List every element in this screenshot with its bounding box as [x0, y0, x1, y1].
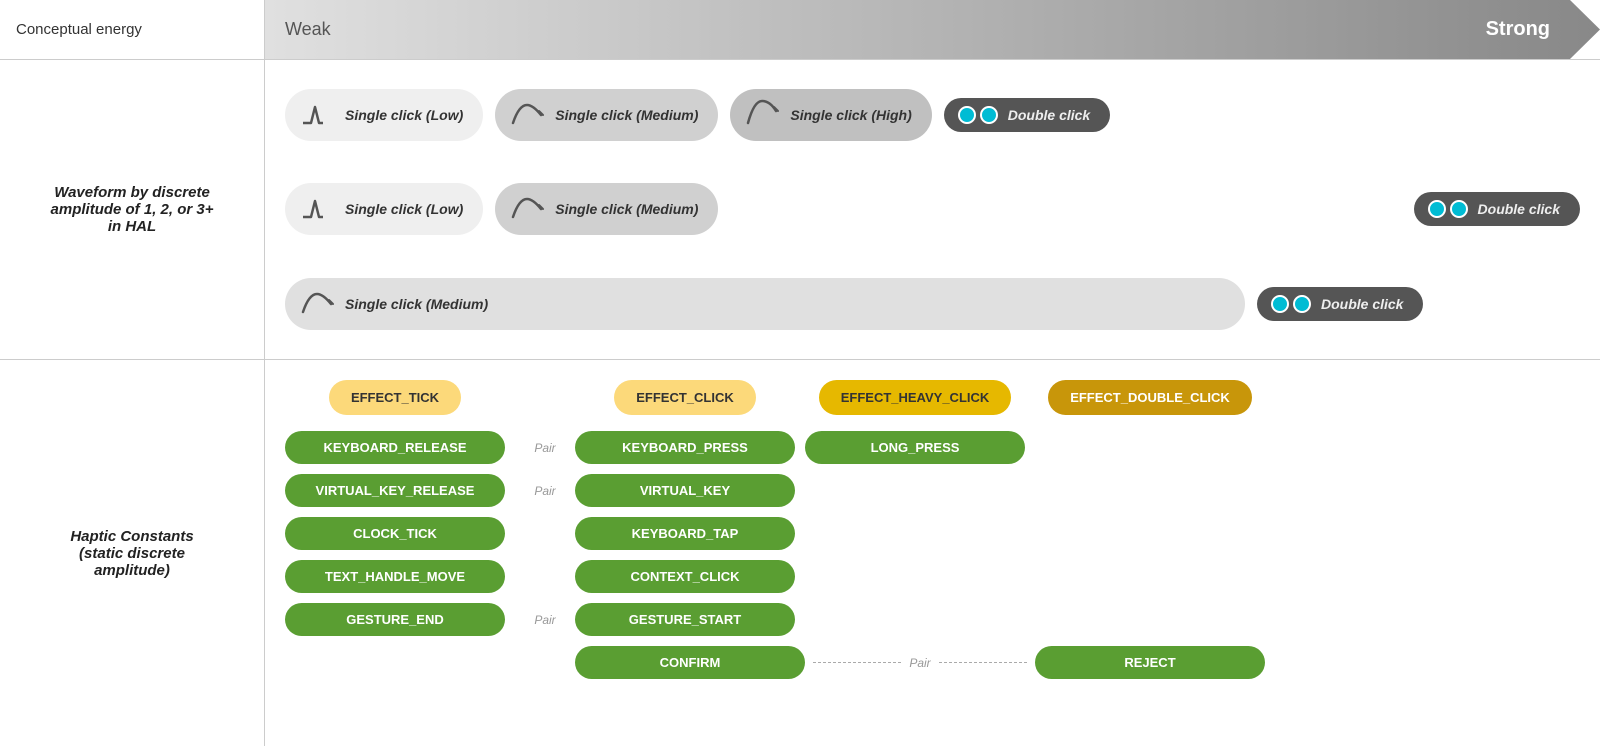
- haptic-row-5: GESTURE_END Pair GESTURE_START: [285, 603, 1580, 636]
- effect-tick-label: EFFECT_TICK: [329, 380, 461, 415]
- haptic-row-4: TEXT_HANDLE_MOVE CONTEXT_CLICK: [285, 560, 1580, 593]
- virtual-key-release-btn[interactable]: VIRTUAL_KEY_RELEASE: [285, 474, 505, 507]
- haptic-row-3: CLOCK_TICK KEYBOARD_TAP: [285, 517, 1580, 550]
- virtual-key-btn[interactable]: VIRTUAL_KEY: [575, 474, 795, 507]
- pill-single-low-2: Single click (Low): [285, 183, 483, 235]
- dc-circle-2a: [1428, 200, 1446, 218]
- conceptual-energy-label: Conceptual energy: [0, 0, 264, 60]
- double-click-icon-1: [958, 106, 998, 124]
- right-content: Weak Strong Single click (Low): [265, 0, 1600, 746]
- pill-single-low-1: Single click (Low): [285, 89, 483, 141]
- waveform-line-3: Single click (Medium) Double click: [285, 278, 1580, 330]
- dc-circle-2b: [1450, 200, 1468, 218]
- waveform-row: Single click (Low) Single click (Medium): [265, 60, 1600, 360]
- left-labels: Conceptual energy Waveform by discreteam…: [0, 0, 265, 746]
- confirm-btn[interactable]: CONFIRM: [575, 646, 805, 679]
- keyboard-tap-btn[interactable]: KEYBOARD_TAP: [575, 517, 795, 550]
- haptic-constants-label: Haptic Constants(static discreteamplitud…: [0, 360, 264, 746]
- keyboard-press-btn[interactable]: KEYBOARD_PRESS: [575, 431, 795, 464]
- keyboard-release-btn[interactable]: KEYBOARD_RELEASE: [285, 431, 505, 464]
- energy-row: Weak Strong: [265, 0, 1600, 60]
- text-handle-move-btn[interactable]: TEXT_HANDLE_MOVE: [285, 560, 505, 593]
- effect-labels-row: EFFECT_TICK EFFECT_CLICK EFFECT_HEAVY_CL…: [285, 380, 1580, 415]
- effect-click-label: EFFECT_CLICK: [614, 380, 756, 415]
- pill-double-click-1: Double click: [944, 98, 1110, 132]
- pill-single-medium-1: Single click (Medium): [495, 89, 718, 141]
- reject-btn[interactable]: REJECT: [1035, 646, 1265, 679]
- waveform-low-icon-1: [299, 97, 335, 133]
- waveform-high-icon-1: [744, 97, 780, 133]
- main-container: Conceptual energy Waveform by discreteam…: [0, 0, 1600, 746]
- energy-weak-label: Weak: [285, 19, 331, 40]
- waveform-medium-icon-1: [509, 97, 545, 133]
- haptic-row-2: VIRTUAL_KEY_RELEASE Pair VIRTUAL_KEY: [285, 474, 1580, 507]
- pill-single-medium-3: Single click (Medium): [285, 278, 1245, 330]
- pill-single-high-1: Single click (High): [730, 89, 931, 141]
- clock-tick-btn[interactable]: CLOCK_TICK: [285, 517, 505, 550]
- dc-circle-1a: [958, 106, 976, 124]
- energy-arrow-body: [265, 0, 1600, 59]
- gesture-start-btn[interactable]: GESTURE_START: [575, 603, 795, 636]
- dc-circle-3a: [1271, 295, 1289, 313]
- haptic-items: KEYBOARD_RELEASE Pair KEYBOARD_PRESS LON…: [285, 431, 1580, 679]
- waveform-medium-icon-3: [299, 286, 335, 322]
- waveform-medium-icon-2: [509, 191, 545, 227]
- haptic-confirm-row: CONFIRM Pair REJECT: [285, 646, 1580, 679]
- double-click-icon-3: [1271, 295, 1311, 313]
- confirm-pair-label: Pair: [909, 656, 930, 670]
- double-click-icon-2: [1428, 200, 1468, 218]
- waveform-line-2: Single click (Low) Single click (Medium)…: [285, 183, 1580, 235]
- pill-double-click-2: Double click: [1414, 192, 1580, 226]
- haptic-row-1: KEYBOARD_RELEASE Pair KEYBOARD_PRESS LON…: [285, 431, 1580, 464]
- haptic-row: EFFECT_TICK EFFECT_CLICK EFFECT_HEAVY_CL…: [265, 360, 1600, 746]
- pill-single-medium-2: Single click (Medium): [495, 183, 718, 235]
- effect-double-label: EFFECT_DOUBLE_CLICK: [1048, 380, 1252, 415]
- dc-circle-1b: [980, 106, 998, 124]
- long-press-btn[interactable]: LONG_PRESS: [805, 431, 1025, 464]
- dc-circle-3b: [1293, 295, 1311, 313]
- waveform-label: Waveform by discreteamplitude of 1, 2, o…: [0, 60, 264, 360]
- waveform-line-1: Single click (Low) Single click (Medium): [285, 89, 1580, 141]
- waveform-low-icon-2: [299, 191, 335, 227]
- energy-strong-label: Strong: [1486, 18, 1550, 41]
- pill-double-click-3: Double click: [1257, 287, 1423, 321]
- context-click-btn[interactable]: CONTEXT_CLICK: [575, 560, 795, 593]
- gesture-end-btn[interactable]: GESTURE_END: [285, 603, 505, 636]
- effect-heavy-label: EFFECT_HEAVY_CLICK: [819, 380, 1012, 415]
